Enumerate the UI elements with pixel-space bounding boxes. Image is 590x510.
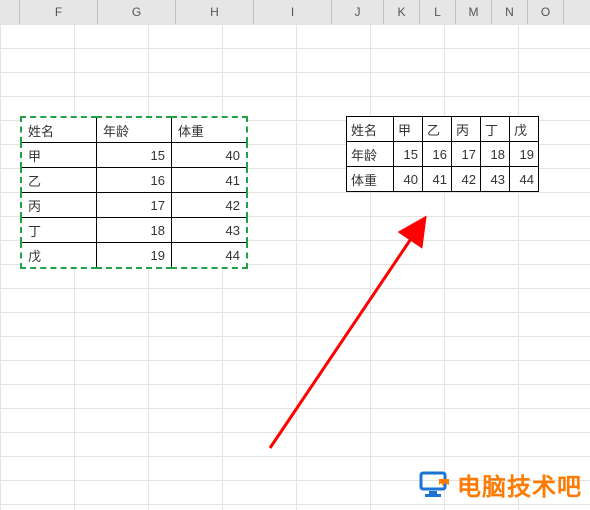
column-header-row: F G H I J K L M N O <box>0 0 590 25</box>
col-header-M[interactable]: M <box>456 0 492 24</box>
cell[interactable]: 41 <box>423 167 452 192</box>
table-row[interactable]: 姓名 年龄 体重 <box>21 117 247 143</box>
header-age[interactable]: 年龄 <box>97 117 172 143</box>
cell-weight[interactable]: 41 <box>172 168 248 193</box>
source-table[interactable]: 姓名 年龄 体重 甲 15 40 乙 16 41 丙 17 42 丁 18 <box>20 116 248 269</box>
col-header-H[interactable]: H <box>176 0 254 24</box>
cell[interactable]: 40 <box>394 167 423 192</box>
col-header-J[interactable]: J <box>332 0 384 24</box>
cell-weight[interactable]: 40 <box>172 143 248 168</box>
table-row[interactable]: 体重 40 41 42 43 44 <box>347 167 539 192</box>
col-header-L[interactable]: L <box>420 0 456 24</box>
cell-weight[interactable]: 42 <box>172 193 248 218</box>
cell[interactable]: 乙 <box>423 117 452 142</box>
watermark-text: 电脑技术吧 <box>457 467 582 502</box>
cell[interactable]: 丙 <box>452 117 481 142</box>
table-row[interactable]: 甲 15 40 <box>21 143 247 168</box>
cell[interactable]: 42 <box>452 167 481 192</box>
monitor-icon <box>419 471 451 499</box>
col-header-I[interactable]: I <box>254 0 332 24</box>
cell[interactable]: 16 <box>423 142 452 167</box>
cell-age[interactable]: 19 <box>97 243 172 269</box>
header-weight[interactable]: 体重 <box>347 167 394 192</box>
watermark: 电脑技术吧 <box>419 467 582 502</box>
cell[interactable]: 43 <box>481 167 510 192</box>
cell-name[interactable]: 戊 <box>21 243 97 269</box>
cell-name[interactable]: 丁 <box>21 218 97 243</box>
cell-age[interactable]: 15 <box>97 143 172 168</box>
cell[interactable]: 戊 <box>510 117 539 142</box>
cell[interactable]: 15 <box>394 142 423 167</box>
cell[interactable]: 17 <box>452 142 481 167</box>
header-name[interactable]: 姓名 <box>21 117 97 143</box>
cell[interactable]: 19 <box>510 142 539 167</box>
table-row[interactable]: 丙 17 42 <box>21 193 247 218</box>
col-header-F[interactable]: F <box>20 0 98 24</box>
cell-name[interactable]: 甲 <box>21 143 97 168</box>
transposed-table[interactable]: 姓名 甲 乙 丙 丁 戊 年龄 15 16 17 18 19 体重 40 41 … <box>346 116 539 192</box>
cell-weight[interactable]: 43 <box>172 218 248 243</box>
table-row[interactable]: 年龄 15 16 17 18 19 <box>347 142 539 167</box>
col-header-G[interactable]: G <box>98 0 176 24</box>
cell-age[interactable]: 17 <box>97 193 172 218</box>
cell-grid[interactable]: 姓名 年龄 体重 甲 15 40 乙 16 41 丙 17 42 丁 18 <box>0 24 590 510</box>
cell-name[interactable]: 丙 <box>21 193 97 218</box>
cell-age[interactable]: 16 <box>97 168 172 193</box>
cell-weight[interactable]: 44 <box>172 243 248 269</box>
col-header-K[interactable]: K <box>384 0 420 24</box>
spreadsheet-area: F G H I J K L M N O 姓名 年龄 体重 甲 15 40 乙 1… <box>0 0 590 510</box>
col-header-N[interactable]: N <box>492 0 528 24</box>
cell[interactable]: 甲 <box>394 117 423 142</box>
cell[interactable]: 18 <box>481 142 510 167</box>
cell[interactable]: 丁 <box>481 117 510 142</box>
header-weight[interactable]: 体重 <box>172 117 248 143</box>
header-name[interactable]: 姓名 <box>347 117 394 142</box>
table-row[interactable]: 乙 16 41 <box>21 168 247 193</box>
cell-name[interactable]: 乙 <box>21 168 97 193</box>
cell-age[interactable]: 18 <box>97 218 172 243</box>
header-age[interactable]: 年龄 <box>347 142 394 167</box>
table-row[interactable]: 丁 18 43 <box>21 218 247 243</box>
cell[interactable]: 44 <box>510 167 539 192</box>
gutter <box>0 0 20 24</box>
table-row[interactable]: 姓名 甲 乙 丙 丁 戊 <box>347 117 539 142</box>
table-row[interactable]: 戊 19 44 <box>21 243 247 269</box>
col-header-O[interactable]: O <box>528 0 564 24</box>
